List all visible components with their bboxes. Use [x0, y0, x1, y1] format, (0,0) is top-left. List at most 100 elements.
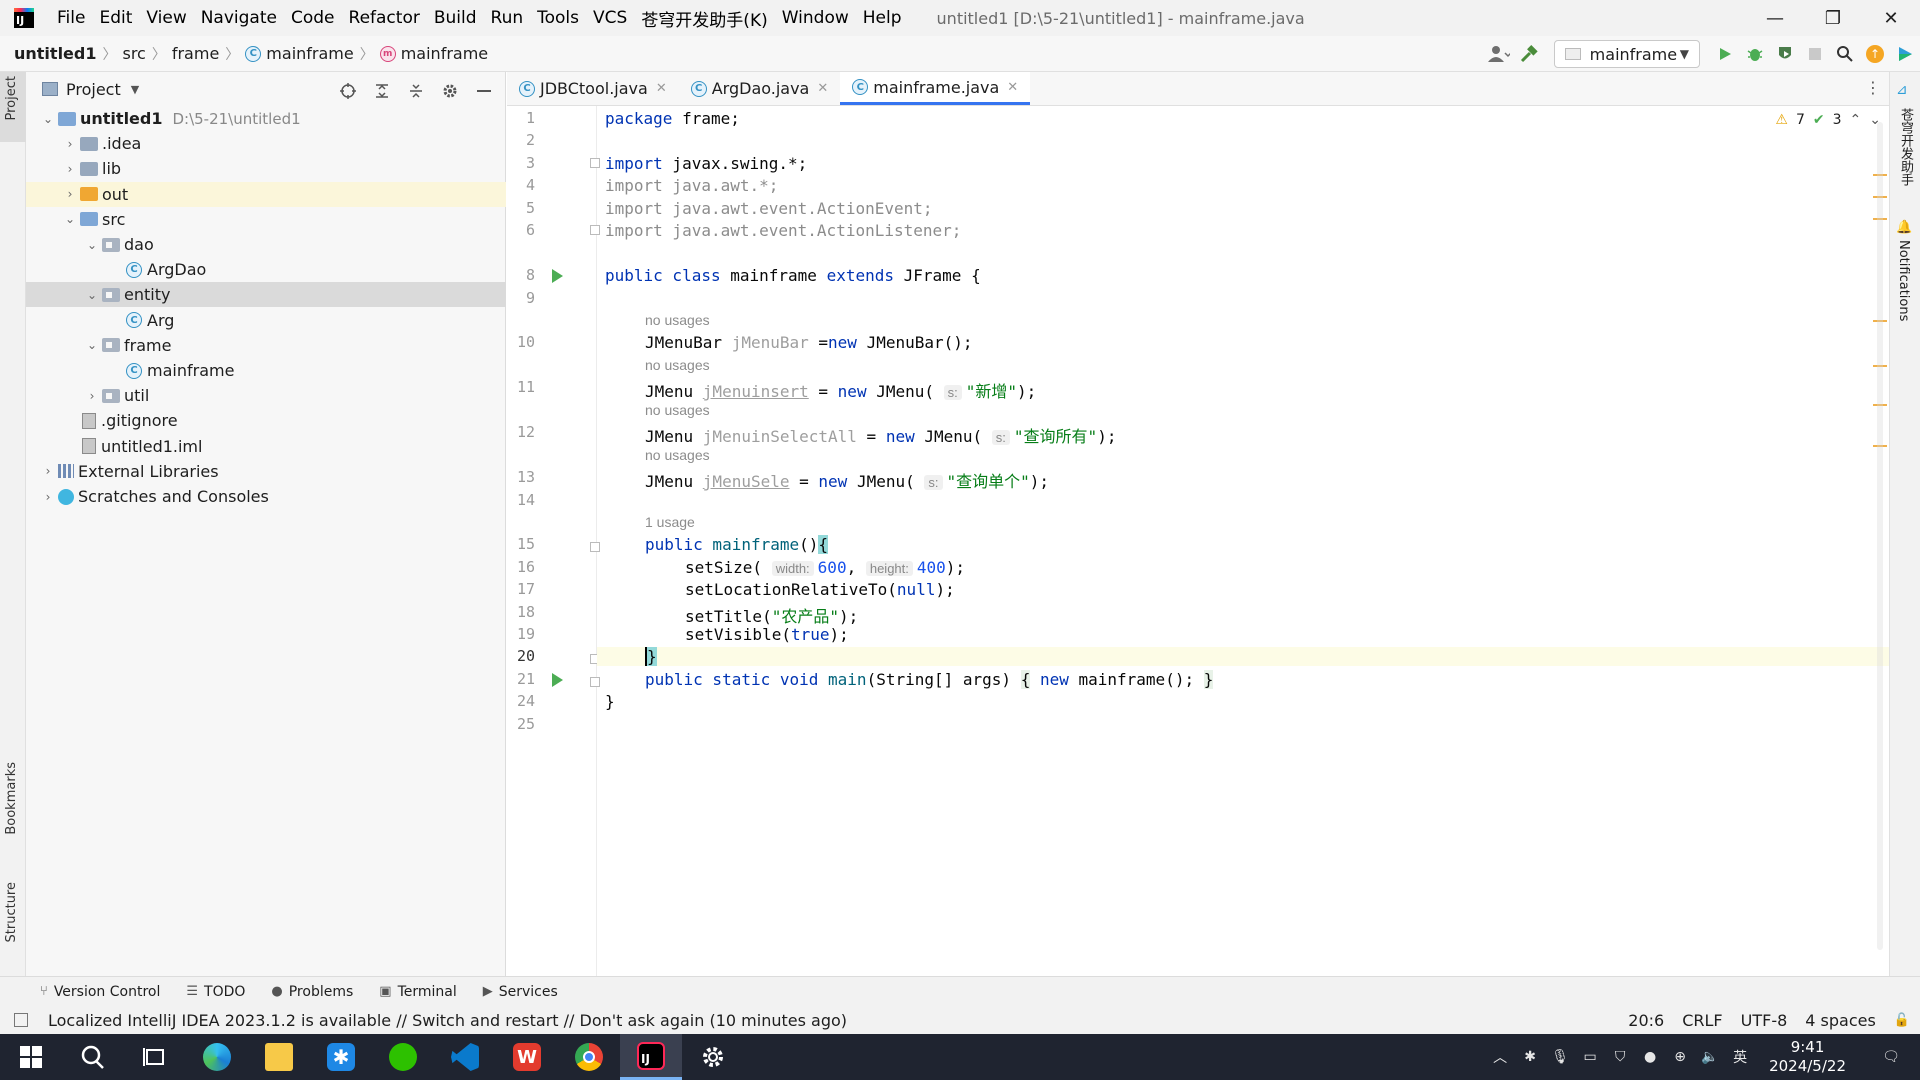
edge-icon[interactable] — [186, 1034, 248, 1080]
breadcrumb-project[interactable]: untitled1 — [14, 44, 96, 63]
menu-edit[interactable]: Edit — [92, 8, 139, 28]
chrome-icon[interactable] — [558, 1034, 620, 1080]
menu-view[interactable]: View — [139, 8, 193, 28]
debug-icon[interactable] — [1740, 39, 1770, 69]
expand-arrow-icon[interactable]: ⌄ — [84, 288, 100, 302]
line-number[interactable]: 10 — [507, 333, 535, 351]
locate-icon[interactable] — [333, 76, 363, 106]
tree-item[interactable]: untitled1.iml — [26, 434, 506, 459]
bookmarks-tool-button[interactable]: Bookmarks — [4, 762, 19, 835]
expand-arrow-icon[interactable]: › — [62, 187, 78, 201]
menu-vcs[interactable]: VCS — [586, 8, 634, 28]
vertical-scrollbar[interactable] — [1877, 122, 1883, 950]
line-number[interactable]: 20 — [507, 647, 535, 665]
tree-item[interactable]: › out — [26, 181, 506, 207]
tree-item[interactable]: › lib — [26, 156, 506, 181]
menu-refactor[interactable]: Refactor — [342, 8, 427, 28]
line-number[interactable]: 24 — [507, 692, 535, 710]
project-panel-title[interactable]: Project — [66, 80, 121, 99]
line-number[interactable]: 1 — [507, 109, 535, 127]
file-explorer-icon[interactable] — [248, 1034, 310, 1080]
coverage-icon[interactable] — [1770, 39, 1800, 69]
services-button[interactable]: ▶ Services — [483, 984, 558, 1000]
notifications-tool-button[interactable]: Notifications — [1896, 240, 1911, 321]
run-configuration-select[interactable]: mainframe ▼ — [1554, 40, 1700, 68]
code-editor[interactable]: 1 2 3 4 5 6 8 9 10 11 12 13 14 15 16 17 18 19 20 21 24 25 ⚠ 7… — [507, 106, 1889, 976]
tab-argdao[interactable]: C ArgDao.java ✕ — [679, 72, 841, 105]
chevron-down-icon[interactable]: ▼ — [131, 83, 139, 96]
fold-marker-icon[interactable] — [590, 225, 600, 235]
notification-center-icon[interactable]: 🗨 — [1876, 1049, 1906, 1065]
vscode-icon[interactable] — [434, 1034, 496, 1080]
expand-arrow-icon[interactable]: › — [84, 389, 100, 403]
settings-icon[interactable] — [682, 1034, 744, 1080]
menu-tools[interactable]: Tools — [530, 8, 586, 28]
network-icon[interactable]: ⊕ — [1665, 1049, 1695, 1065]
ime-indicator[interactable]: 英 — [1725, 1047, 1755, 1067]
run-gutter-icon[interactable] — [552, 269, 563, 283]
usage-hint[interactable]: no usages — [645, 402, 710, 418]
gear-icon[interactable] — [435, 76, 465, 106]
assistant-tool-button[interactable]: 苍穹开发助手 — [1896, 108, 1915, 186]
usage-hint[interactable]: no usages — [645, 312, 710, 328]
tab-jdbctool[interactable]: C JDBCtool.java ✕ — [507, 72, 679, 105]
menu-run[interactable]: Run — [484, 8, 531, 28]
problems-button[interactable]: ● Problems — [271, 984, 353, 1000]
line-number[interactable]: 15 — [507, 535, 535, 553]
tab-mainframe[interactable]: C mainframe.java ✕ — [840, 72, 1031, 105]
usage-hint[interactable]: 1 usage — [645, 514, 695, 530]
line-number[interactable]: 18 — [507, 603, 535, 621]
fold-marker-icon[interactable] — [590, 677, 600, 687]
usage-hint[interactable]: no usages — [645, 357, 710, 373]
tree-item[interactable]: ⌄ entity — [26, 282, 506, 308]
todo-button[interactable]: ☰ TODO — [186, 984, 245, 1000]
tree-item[interactable]: ⌄ src — [26, 207, 506, 232]
panel-toggle-icon[interactable] — [14, 1013, 28, 1027]
line-number[interactable]: 13 — [507, 468, 535, 486]
battery-icon[interactable]: ▭ — [1575, 1049, 1605, 1065]
line-number[interactable]: 4 — [507, 176, 535, 194]
update-icon[interactable]: ↑ — [1860, 39, 1890, 69]
line-number[interactable]: 12 — [507, 423, 535, 441]
line-number[interactable]: 3 — [507, 154, 535, 172]
close-icon[interactable]: ✕ — [656, 81, 667, 96]
search-icon[interactable] — [1830, 39, 1860, 69]
line-number[interactable]: 6 — [507, 221, 535, 239]
breadcrumb-class[interactable]: Cmainframe — [245, 44, 354, 63]
menu-window[interactable]: Window — [775, 8, 856, 28]
breadcrumb-frame[interactable]: frame — [172, 44, 219, 63]
expand-arrow-icon[interactable]: › — [62, 137, 78, 151]
intellij-taskbar-icon[interactable]: IJ — [620, 1034, 682, 1080]
task-view-icon[interactable] — [124, 1034, 186, 1080]
expand-arrow-icon[interactable]: › — [62, 162, 78, 176]
expand-arrow-icon[interactable]: ⌄ — [62, 212, 78, 226]
tree-item[interactable]: ⌄ frame — [26, 333, 506, 358]
terminal-button[interactable]: ▣ Terminal — [379, 984, 456, 1000]
line-number[interactable]: 8 — [507, 266, 535, 284]
caret-position[interactable]: 20:6 — [1628, 1011, 1664, 1030]
intellij-logo-icon[interactable]: IJ — [14, 8, 34, 28]
line-number[interactable]: 25 — [507, 715, 535, 733]
inspection-widget[interactable]: ⚠ 7 ✔ 3 ⌃ ⌄ — [1775, 112, 1881, 128]
collapse-all-icon[interactable] — [401, 76, 431, 106]
tree-item[interactable]: › .idea — [26, 131, 506, 156]
breadcrumb-src[interactable]: src — [122, 44, 145, 63]
menu-assistant[interactable]: 苍穹开发助手(K) — [634, 6, 774, 31]
start-button[interactable] — [0, 1034, 62, 1080]
expand-arrow-icon[interactable]: › — [40, 490, 56, 504]
menu-file[interactable]: File — [50, 8, 92, 28]
line-separator[interactable]: CRLF — [1682, 1011, 1722, 1030]
line-number[interactable]: 11 — [507, 378, 535, 396]
expand-arrow-icon[interactable]: ⌄ — [40, 112, 56, 126]
tree-item[interactable]: › util — [26, 383, 506, 408]
line-number[interactable]: 21 — [507, 670, 535, 688]
menu-build[interactable]: Build — [427, 8, 484, 28]
chevron-up-icon[interactable]: ︿ — [1485, 1047, 1515, 1067]
wps-icon[interactable]: W — [496, 1034, 558, 1080]
lock-icon[interactable]: 🔓 — [1894, 1013, 1910, 1028]
chevron-up-icon[interactable]: ⌃ — [1850, 112, 1862, 128]
run-icon[interactable] — [1710, 39, 1740, 69]
bluetooth-icon[interactable]: ✱ — [1515, 1049, 1545, 1065]
wechat-icon[interactable] — [372, 1034, 434, 1080]
line-number[interactable]: 14 — [507, 491, 535, 509]
